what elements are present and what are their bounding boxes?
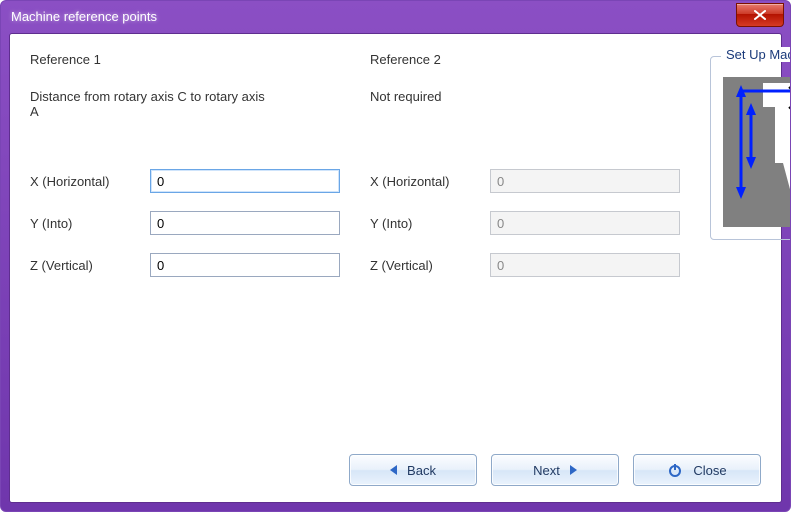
ref2-x-row: X (Horizontal) (370, 169, 680, 193)
triangle-left-icon (390, 465, 397, 475)
ref1-x-input[interactable] (150, 169, 340, 193)
ref2-y-input (490, 211, 680, 235)
reference-1-column: Reference 1 Distance from rotary axis C … (30, 52, 340, 295)
ref2-z-row: Z (Vertical) (370, 253, 680, 277)
reference-2-column: Reference 2 Not required X (Horizontal) … (370, 52, 680, 295)
next-button-label: Next (533, 463, 560, 478)
ref1-description: Distance from rotary axis C to rotary ax… (30, 89, 270, 129)
ref2-x-input (490, 169, 680, 193)
machine-zero-column: Set Up Machine Zero (710, 52, 791, 295)
ref1-y-label: Y (Into) (30, 216, 150, 231)
columns: Reference 1 Distance from rotary axis C … (30, 52, 761, 295)
close-button[interactable]: Close (633, 454, 761, 486)
titlebar: Machine reference points (1, 1, 790, 31)
ref1-title: Reference 1 (30, 52, 340, 67)
close-button-label: Close (693, 463, 726, 478)
ref2-z-label: Z (Vertical) (370, 258, 490, 273)
ref1-x-label: X (Horizontal) (30, 174, 150, 189)
window-close-button[interactable] (736, 3, 784, 27)
ref2-x-label: X (Horizontal) (370, 174, 490, 189)
triangle-right-icon (570, 465, 577, 475)
ref1-z-input[interactable] (150, 253, 340, 277)
machine-zero-diagram-icon: Pivot Face Center Tip (723, 77, 791, 227)
close-icon (754, 10, 766, 20)
ref2-title: Reference 2 (370, 52, 680, 67)
machine-zero-content: Pivot Face Center Tip (723, 77, 791, 227)
next-button[interactable]: Next (491, 454, 619, 486)
power-close-icon (667, 462, 683, 478)
button-bar: Back Next Close (349, 454, 761, 486)
ref1-y-input[interactable] (150, 211, 340, 235)
ref2-description: Not required (370, 89, 610, 129)
back-button-label: Back (407, 463, 436, 478)
ref2-y-label: Y (Into) (370, 216, 490, 231)
client-area: Reference 1 Distance from rotary axis C … (9, 33, 782, 503)
window-frame: Machine reference points Reference 1 Dis… (0, 0, 791, 512)
machine-zero-groupbox: Set Up Machine Zero (710, 56, 791, 240)
ref2-z-input (490, 253, 680, 277)
ref1-y-row: Y (Into) (30, 211, 340, 235)
back-button[interactable]: Back (349, 454, 477, 486)
ref1-z-label: Z (Vertical) (30, 258, 150, 273)
window-title: Machine reference points (11, 9, 157, 24)
ref1-z-row: Z (Vertical) (30, 253, 340, 277)
machine-zero-legend: Set Up Machine Zero (721, 47, 791, 62)
ref2-y-row: Y (Into) (370, 211, 680, 235)
ref1-x-row: X (Horizontal) (30, 169, 340, 193)
